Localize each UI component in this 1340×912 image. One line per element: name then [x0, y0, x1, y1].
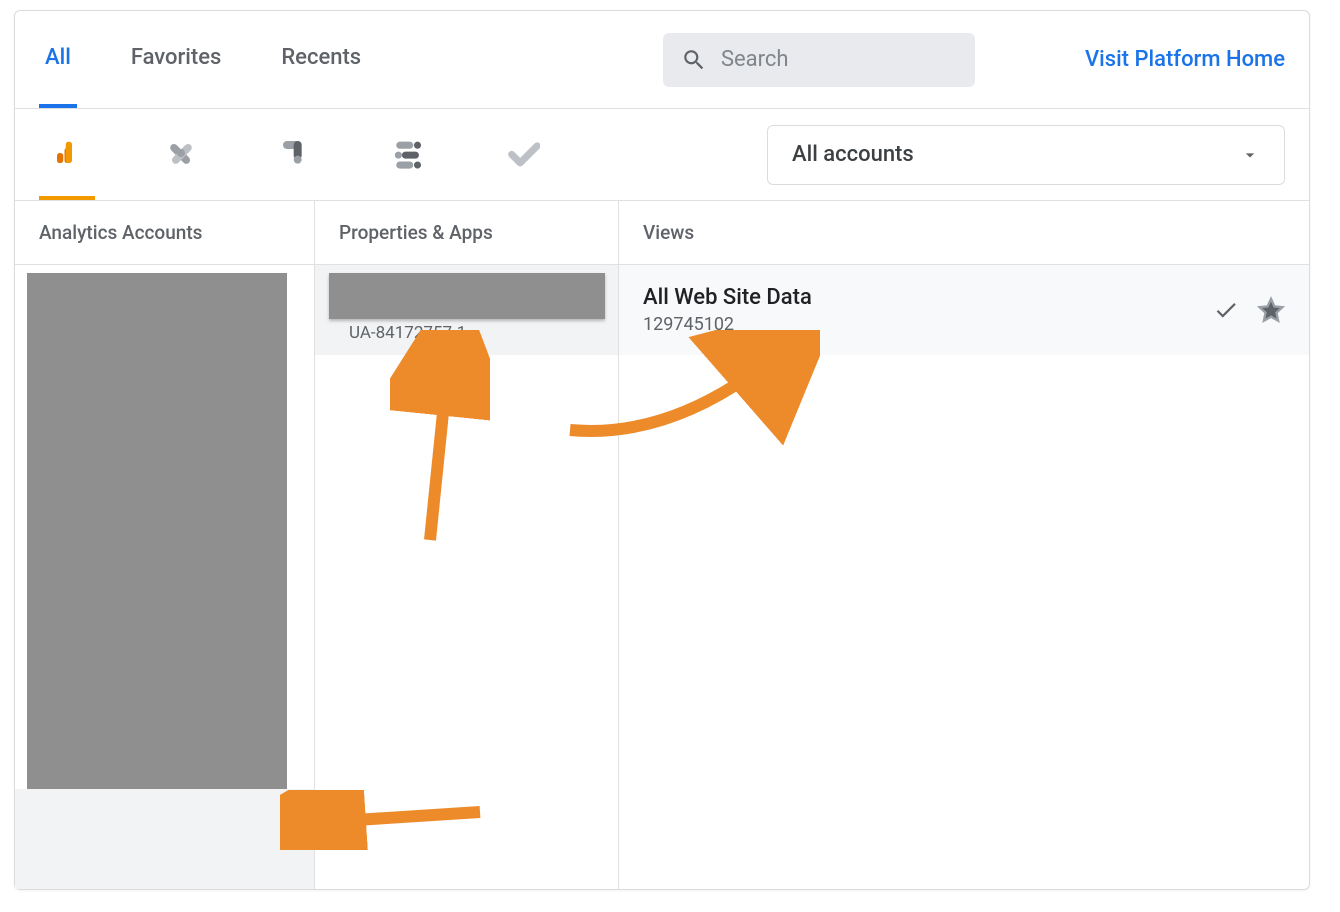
views-column: Views All Web Site Data 129745102: [619, 201, 1309, 889]
picker-columns: Analytics Accounts Properties & Apps UA-…: [15, 201, 1309, 889]
properties-list: UA-84172757-1: [315, 265, 618, 889]
account-picker-panel: All Favorites Recents Search Visit Platf…: [14, 10, 1310, 890]
views-list: All Web Site Data 129745102: [619, 265, 1309, 889]
check-icon: [1213, 297, 1239, 323]
view-row[interactable]: All Web Site Data 129745102: [619, 265, 1309, 355]
visit-platform-home-link[interactable]: Visit Platform Home: [1085, 47, 1285, 72]
properties-column: Properties & Apps UA-84172757-1: [315, 201, 619, 889]
search-placeholder: Search: [721, 47, 789, 72]
redacted-property-name: [329, 273, 605, 319]
accounts-header: Analytics Accounts: [15, 201, 314, 265]
view-id: 129745102: [643, 314, 1195, 335]
account-selector[interactable]: All accounts: [767, 125, 1285, 185]
tab-all[interactable]: All: [39, 11, 77, 108]
product-row: All accounts: [15, 109, 1309, 201]
product-icons: [39, 109, 551, 200]
tab-favorites[interactable]: Favorites: [125, 11, 228, 108]
filter-tabs: All Favorites Recents: [39, 11, 367, 108]
search-icon: [681, 47, 707, 73]
account-selector-label: All accounts: [792, 142, 914, 167]
data-studio-icon[interactable]: [381, 109, 437, 200]
search-input[interactable]: Search: [663, 33, 975, 87]
views-header: Views: [619, 201, 1309, 265]
chevron-down-icon: [1240, 145, 1260, 165]
accounts-column: Analytics Accounts: [15, 201, 315, 889]
analytics-icon[interactable]: [39, 109, 95, 200]
selected-account-row[interactable]: [15, 789, 314, 889]
optimize-icon[interactable]: [267, 109, 323, 200]
tag-manager-icon[interactable]: [153, 109, 209, 200]
property-id: UA-84172757-1: [349, 323, 594, 343]
star-icon[interactable]: [1257, 296, 1285, 324]
view-action-icons: [1213, 296, 1285, 324]
view-name: All Web Site Data: [643, 285, 1195, 310]
top-row: All Favorites Recents Search Visit Platf…: [15, 11, 1309, 109]
view-text: All Web Site Data 129745102: [643, 285, 1195, 335]
surveys-icon[interactable]: [495, 109, 551, 200]
property-row[interactable]: UA-84172757-1: [315, 265, 618, 355]
tab-recents[interactable]: Recents: [275, 11, 367, 108]
properties-header: Properties & Apps: [315, 201, 618, 265]
accounts-list[interactable]: [15, 265, 314, 889]
